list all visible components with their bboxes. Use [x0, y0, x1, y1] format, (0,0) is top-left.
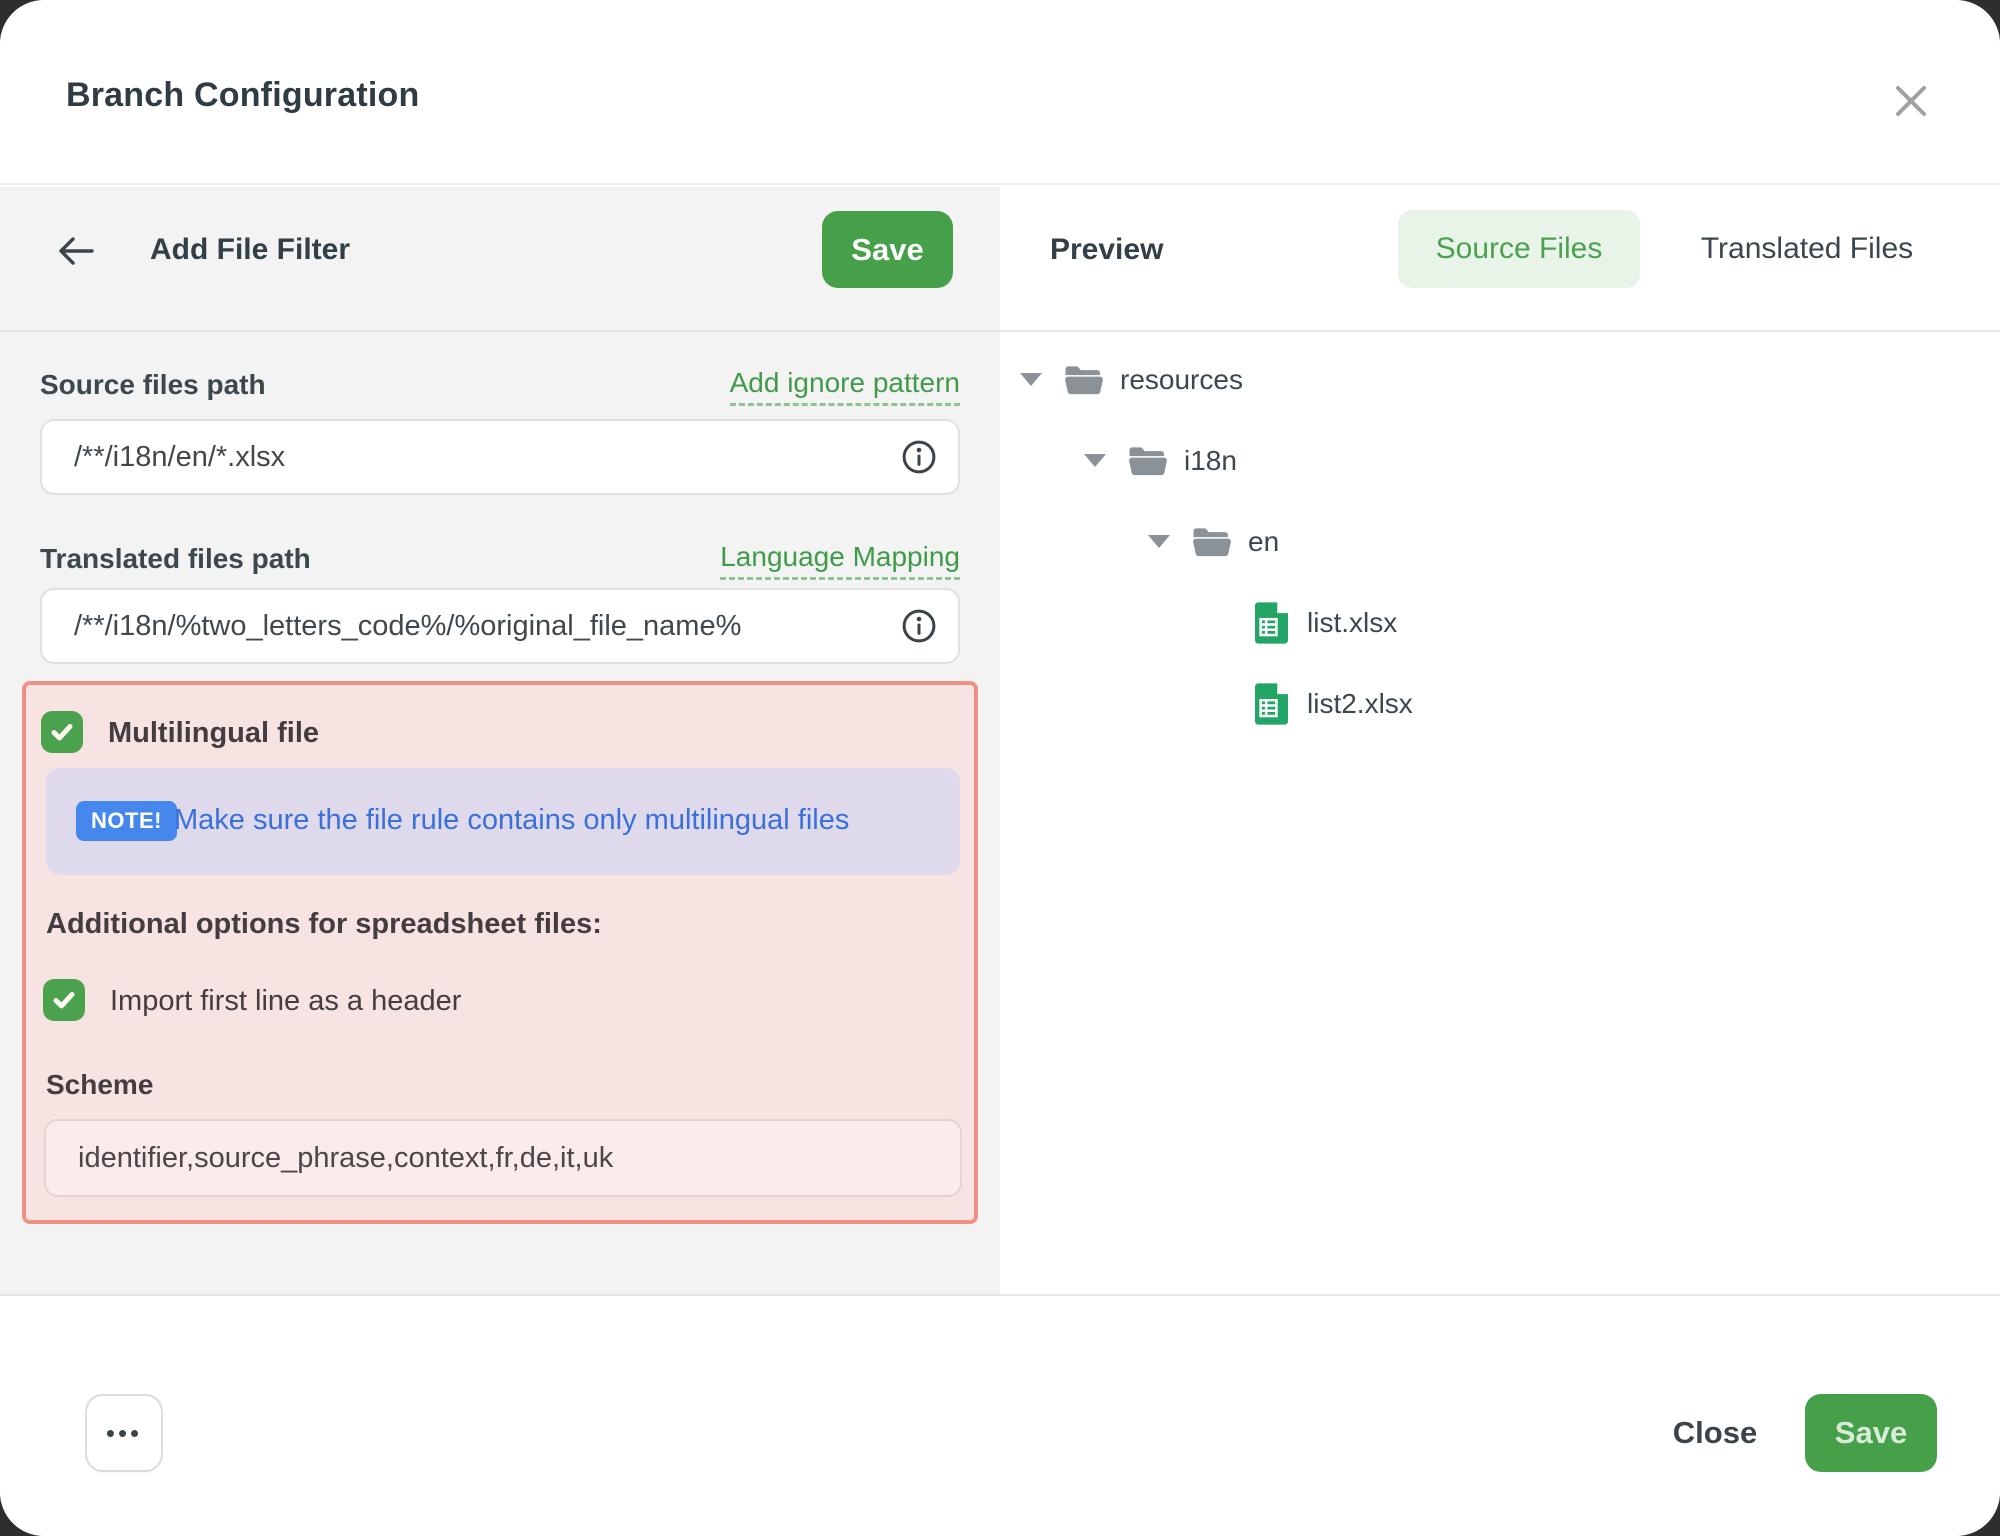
folder-icon: [1063, 363, 1103, 397]
note-badge: NOTE!: [76, 801, 177, 841]
modal-titlebar: Branch Configuration: [0, 0, 2000, 185]
back-arrow-icon[interactable]: [52, 227, 100, 275]
panel-title: Add File Filter: [150, 233, 350, 267]
chevron-down-icon[interactable]: [1148, 535, 1170, 548]
back-arrow-glyph: [56, 234, 96, 268]
scheme-label: Scheme: [46, 1069, 153, 1101]
page-title: Branch Configuration: [66, 76, 419, 115]
tree-item-label: i18n: [1184, 445, 1237, 477]
import-first-line-checkbox[interactable]: [43, 979, 85, 1021]
tree-row-en[interactable]: list.xlsx en: [1000, 501, 2000, 582]
source-files-path-field-wrap: [40, 419, 960, 495]
info-glyph: [900, 438, 938, 476]
chevron-down-icon[interactable]: [1020, 373, 1042, 386]
source-files-path-input[interactable]: [40, 419, 960, 495]
close-button[interactable]: Close: [1640, 1394, 1790, 1472]
close-icon[interactable]: [1884, 74, 1938, 128]
tree-item-label: en: [1248, 526, 1279, 558]
folder-icon: [1127, 444, 1167, 478]
tree-row-resources[interactable]: resources: [1000, 339, 2000, 420]
tree-item-label: list2.xlsx: [1307, 688, 1413, 720]
checkmark-icon: [48, 718, 76, 746]
branch-configuration-modal: Branch Configuration Add File Filter Sav…: [0, 0, 2000, 1536]
note-box: NOTE! Make sure the file rule contains o…: [46, 768, 960, 875]
language-mapping-link[interactable]: Language Mapping: [720, 541, 960, 580]
translated-files-path-label: Translated files path: [40, 543, 311, 575]
modal-footer: ••• Close Save: [0, 1294, 2000, 1536]
note-text: Make sure the file rule contains only mu…: [174, 804, 849, 837]
folder-icon: [1191, 525, 1231, 559]
tree-row-list-xlsx[interactable]: list.xlsx: [1000, 582, 2000, 663]
checkmark-icon: [50, 986, 78, 1014]
multilingual-checkbox[interactable]: [41, 711, 83, 753]
tree-item-label: resources: [1120, 364, 1243, 396]
info-icon[interactable]: [900, 607, 938, 645]
info-glyph: [900, 607, 938, 645]
multilingual-section: Multilingual file NOTE! Make sure the fi…: [22, 681, 978, 1224]
source-files-path-label: Source files path: [40, 369, 266, 401]
chevron-down-icon[interactable]: [1084, 454, 1106, 467]
preview-header: Preview Source Files Translated Files: [1000, 187, 2000, 332]
tab-translated-files[interactable]: Translated Files: [1662, 210, 1952, 288]
tree-row-list2-xlsx[interactable]: list2.xlsx: [1000, 663, 2000, 744]
close-x-glyph: [1892, 82, 1930, 120]
tree-item-label: list.xlsx: [1307, 607, 1397, 639]
spreadsheet-file-icon: [1255, 683, 1288, 725]
spreadsheet-options-heading: Additional options for spreadsheet files…: [46, 908, 602, 941]
import-first-line-label[interactable]: Import first line as a header: [110, 985, 461, 1018]
ellipsis-icon: •••: [106, 1420, 142, 1446]
more-options-button[interactable]: •••: [85, 1394, 163, 1472]
file-filter-panel: Add File Filter Save Source files path A…: [0, 187, 1000, 1294]
spreadsheet-file-icon: [1255, 602, 1288, 644]
preview-panel: Preview Source Files Translated Files re…: [1000, 187, 2000, 1294]
info-icon[interactable]: [900, 438, 938, 476]
save-button-footer[interactable]: Save: [1805, 1394, 1937, 1472]
scheme-field-wrap: [44, 1119, 962, 1197]
file-filter-header: Add File Filter Save: [0, 187, 1000, 332]
preview-title: Preview: [1050, 233, 1163, 267]
multilingual-checkbox-label[interactable]: Multilingual file: [108, 717, 319, 750]
file-tree: resources i18n list.xlsx en: [1000, 339, 2000, 744]
translated-files-path-input[interactable]: [40, 588, 960, 664]
save-button[interactable]: Save: [822, 211, 953, 288]
translated-files-path-field-wrap: [40, 588, 960, 664]
add-ignore-pattern-link[interactable]: Add ignore pattern: [730, 367, 960, 406]
tree-row-i18n[interactable]: i18n: [1000, 420, 2000, 501]
tab-source-files[interactable]: Source Files: [1398, 210, 1640, 288]
scheme-input[interactable]: [44, 1119, 962, 1197]
